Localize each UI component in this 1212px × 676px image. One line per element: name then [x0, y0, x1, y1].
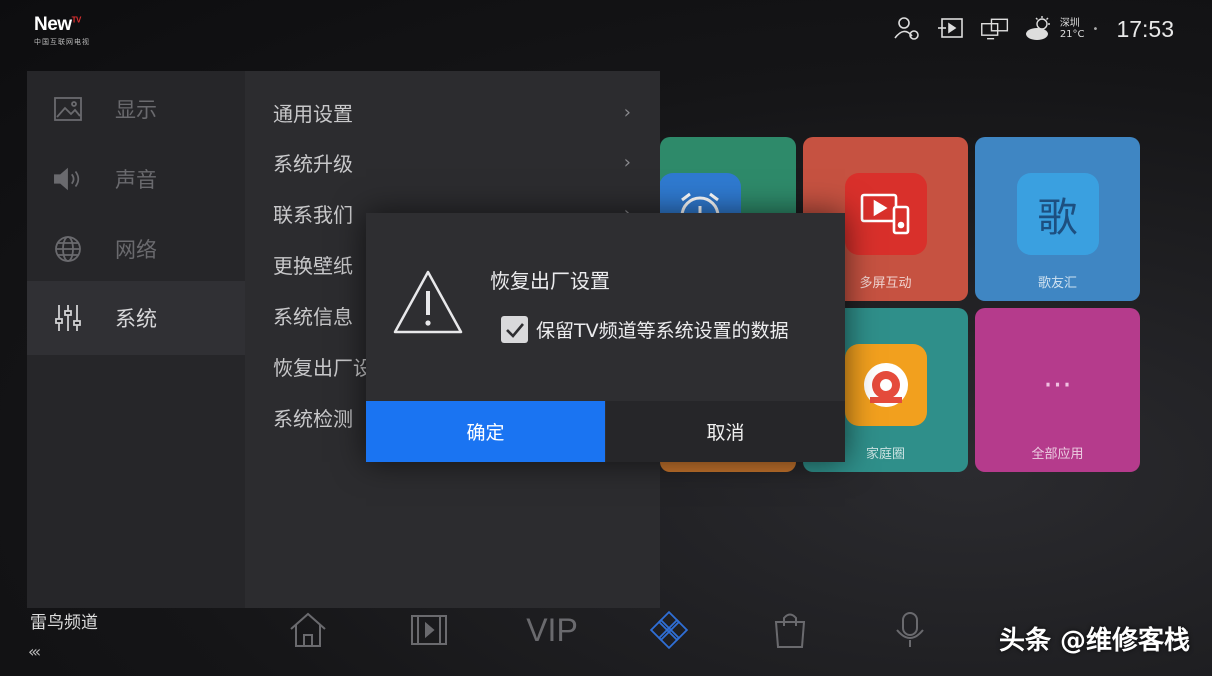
category-label: 系统 — [115, 307, 157, 331]
checkmark-icon — [505, 322, 524, 338]
app-tile-all-apps[interactable]: ··· 全部应用 — [975, 308, 1140, 472]
category-label: 声音 — [115, 168, 157, 192]
keep-data-checkbox-row[interactable]: 保留TV频道等系统设置的数据 — [501, 316, 789, 343]
screen-mirror-icon — [980, 14, 1010, 44]
keep-data-label: 保留TV频道等系统设置的数据 — [536, 320, 789, 342]
chevron-left-icon[interactable]: ‹‹‹ — [28, 642, 41, 661]
speaker-icon — [53, 164, 83, 194]
watermark: 头条 @维修客栈 — [998, 626, 1190, 656]
more-icon: ··· — [1043, 367, 1072, 403]
warning-icon — [392, 269, 464, 339]
tile-label: 全部应用 — [1031, 447, 1084, 462]
clock: 17:53 — [1116, 15, 1174, 42]
home-icon[interactable] — [284, 606, 332, 654]
home-camera-icon — [844, 344, 927, 426]
settings-category-network[interactable]: 网络 — [27, 214, 245, 284]
weather-widget: 深圳 21°C • — [1024, 15, 1103, 43]
menu-item-label: 系统信息 — [273, 304, 353, 329]
weather-city: 深圳 — [1059, 18, 1080, 29]
menu-item-general[interactable]: 通用设置 › — [273, 87, 645, 137]
multiscreen-icon — [844, 173, 927, 255]
settings-category-sound[interactable]: 声音 — [27, 144, 245, 214]
film-icon[interactable] — [405, 606, 453, 654]
tile-label: 歌友汇 — [1037, 276, 1077, 291]
menu-item-label: 系统升级 — [273, 151, 353, 176]
settings-category-system[interactable]: 系统 — [27, 281, 245, 355]
input-source-icon — [936, 14, 966, 44]
confirm-button[interactable]: 确定 — [366, 401, 605, 462]
shopping-bag-icon[interactable] — [766, 606, 814, 654]
partly-cloudy-icon — [1025, 16, 1050, 40]
category-label: 显示 — [115, 98, 157, 122]
status-bar: 深圳 21°C • 17:53 — [892, 14, 1174, 44]
sliders-icon — [53, 303, 83, 333]
chevron-right-icon: › — [623, 101, 631, 123]
dialog-title: 恢复出厂设置 — [490, 269, 610, 293]
microphone-icon[interactable] — [886, 606, 934, 654]
app-tile-singing[interactable]: 歌 歌友汇 — [975, 137, 1140, 301]
newtv-logo: NewTV 中国互联网电视 — [34, 14, 90, 46]
menu-item-label: 通用设置 — [273, 101, 353, 126]
image-icon — [53, 94, 83, 124]
menu-item-label: 更换壁纸 — [273, 253, 353, 278]
category-label: 网络 — [115, 238, 157, 262]
chevron-right-icon: › — [623, 151, 631, 173]
menu-item-label: 系统检测 — [273, 406, 353, 431]
singing-icon: 歌 — [1016, 173, 1099, 255]
factory-reset-dialog: 恢复出厂设置 保留TV频道等系统设置的数据 确定 取消 — [366, 213, 845, 462]
keep-data-checkbox[interactable] — [501, 316, 528, 343]
menu-item-label: 联系我们 — [273, 202, 353, 227]
vip-icon[interactable]: VIP — [522, 606, 582, 654]
settings-category-panel: 显示 声音 网络 系统 — [27, 71, 245, 608]
menu-item-upgrade[interactable]: 系统升级 › — [273, 137, 645, 187]
settings-category-display[interactable]: 显示 — [27, 74, 245, 144]
globe-icon — [53, 234, 83, 264]
weather-temp: 21°C — [1059, 29, 1085, 40]
channel-label[interactable]: 雷鸟频道 — [30, 608, 98, 633]
apps-diamond-icon[interactable] — [645, 606, 693, 654]
user-settings-icon — [892, 14, 922, 44]
cancel-button[interactable]: 取消 — [606, 401, 845, 462]
